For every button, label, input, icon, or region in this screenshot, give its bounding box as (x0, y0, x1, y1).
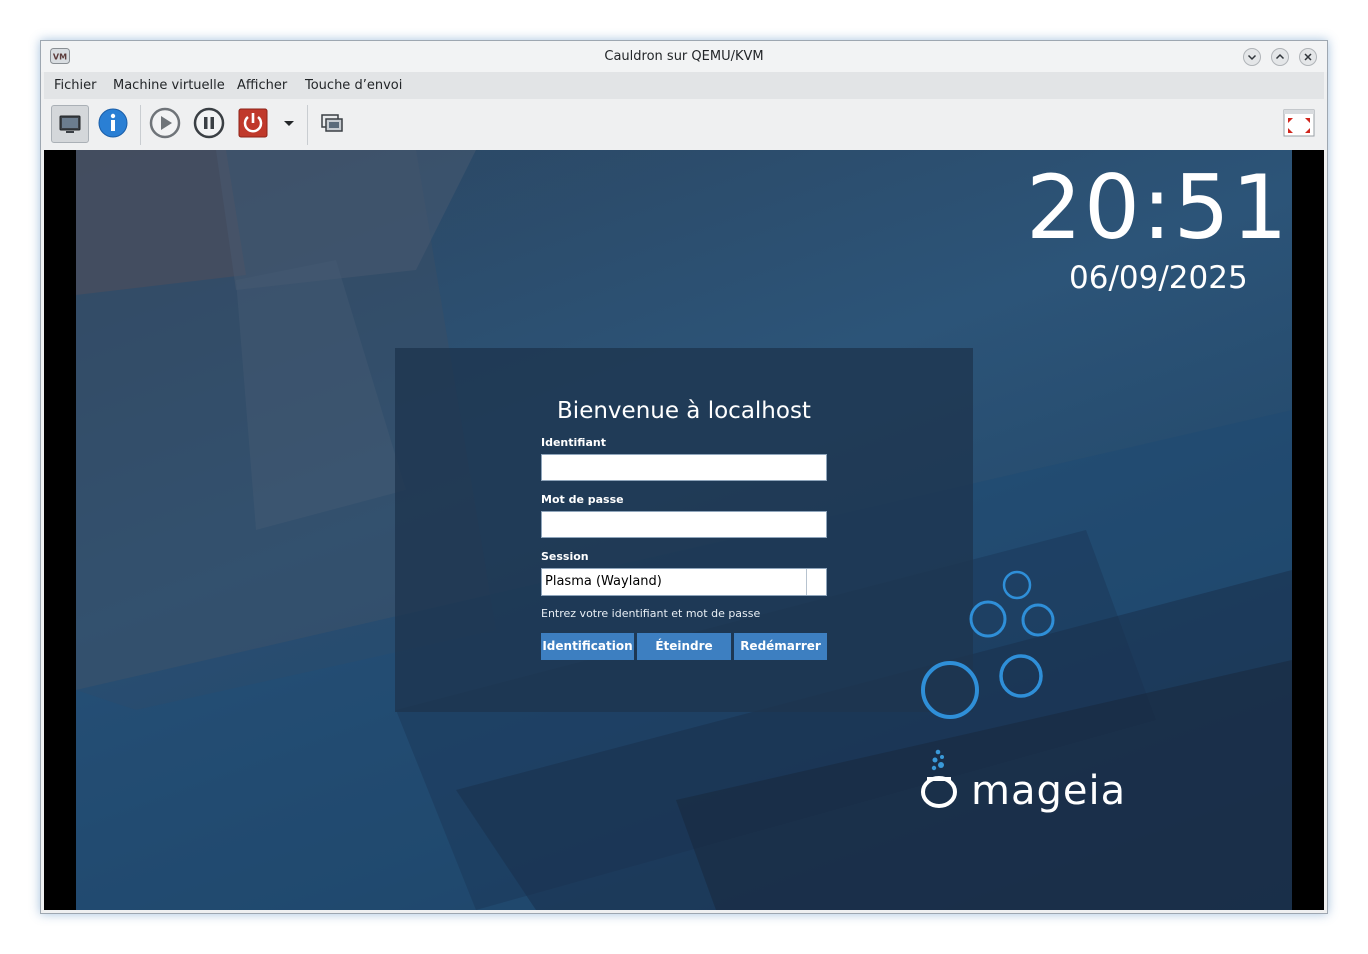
welcome-title: Bienvenue à localhost (557, 398, 811, 424)
snapshots-icon (321, 114, 343, 132)
maximize-icon[interactable] (1271, 48, 1289, 66)
fullscreen-button[interactable] (1282, 105, 1316, 143)
title-bar[interactable]: VM Cauldron sur QEMU/KVM (41, 41, 1327, 72)
password-label: Mot de passe (541, 493, 624, 506)
mageia-cauldron-icon (921, 749, 957, 808)
password-input[interactable] (541, 511, 827, 538)
username-label: Identifiant (541, 436, 606, 449)
power-off-button[interactable] (235, 105, 273, 143)
clock-date: 06/09/2025 (1069, 260, 1248, 296)
run-play-icon (149, 107, 181, 139)
details-info-icon (98, 108, 128, 138)
minimize-icon[interactable] (1243, 48, 1261, 66)
power-menu-dropdown[interactable] (277, 105, 301, 143)
session-select[interactable]: Plasma (Wayland) (541, 568, 827, 596)
dropdown-arrow-icon (284, 121, 294, 126)
session-label: Session (541, 550, 589, 563)
menu-bar: Fichier Machine virtuelle Afficher Touch… (44, 72, 1324, 99)
power-off-icon (238, 108, 268, 138)
menu-fichier[interactable]: Fichier (54, 78, 97, 93)
vm-window: VM Cauldron sur QEMU/KVM Fichier Machine… (40, 40, 1328, 914)
session-value: Plasma (Wayland) (545, 574, 662, 589)
snapshots-button[interactable] (314, 105, 352, 143)
vm-display[interactable]: 20:51 06/09/2025 Bienvenue à localhost I… (44, 150, 1324, 910)
menu-machine-virtuelle[interactable]: Machine virtuelle (113, 78, 225, 93)
run-button[interactable] (147, 105, 185, 143)
toolbar (44, 99, 1324, 150)
login-button[interactable]: Identification (541, 633, 634, 660)
console-view-icon (59, 115, 81, 133)
bubbles-decoration-icon (921, 570, 1055, 719)
menu-touche-envoi[interactable]: Touche d’envoi (305, 78, 402, 93)
window-title: Cauldron sur QEMU/KVM (604, 49, 764, 64)
fullscreen-icon (1283, 109, 1315, 137)
menu-afficher[interactable]: Afficher (237, 78, 287, 93)
pause-button[interactable] (191, 105, 229, 143)
console-view-button[interactable] (51, 105, 89, 143)
details-button[interactable] (95, 105, 133, 143)
close-icon[interactable] (1299, 48, 1317, 66)
shutdown-button[interactable]: Éteindre (637, 633, 731, 660)
clock-time: 20:51 (1026, 156, 1290, 259)
login-panel: Bienvenue à localhost Identifiant Mot de… (395, 348, 973, 712)
username-input[interactable] (541, 454, 827, 481)
login-screen-background: 20:51 06/09/2025 Bienvenue à localhost I… (76, 150, 1292, 910)
pause-icon (193, 107, 225, 139)
mageia-logo-text: mageia (971, 768, 1127, 814)
login-hint: Entrez votre identifiant et mot de passe (541, 607, 761, 620)
reboot-button[interactable]: Redémarrer (734, 633, 827, 660)
session-dropdown-icon[interactable] (806, 569, 826, 595)
